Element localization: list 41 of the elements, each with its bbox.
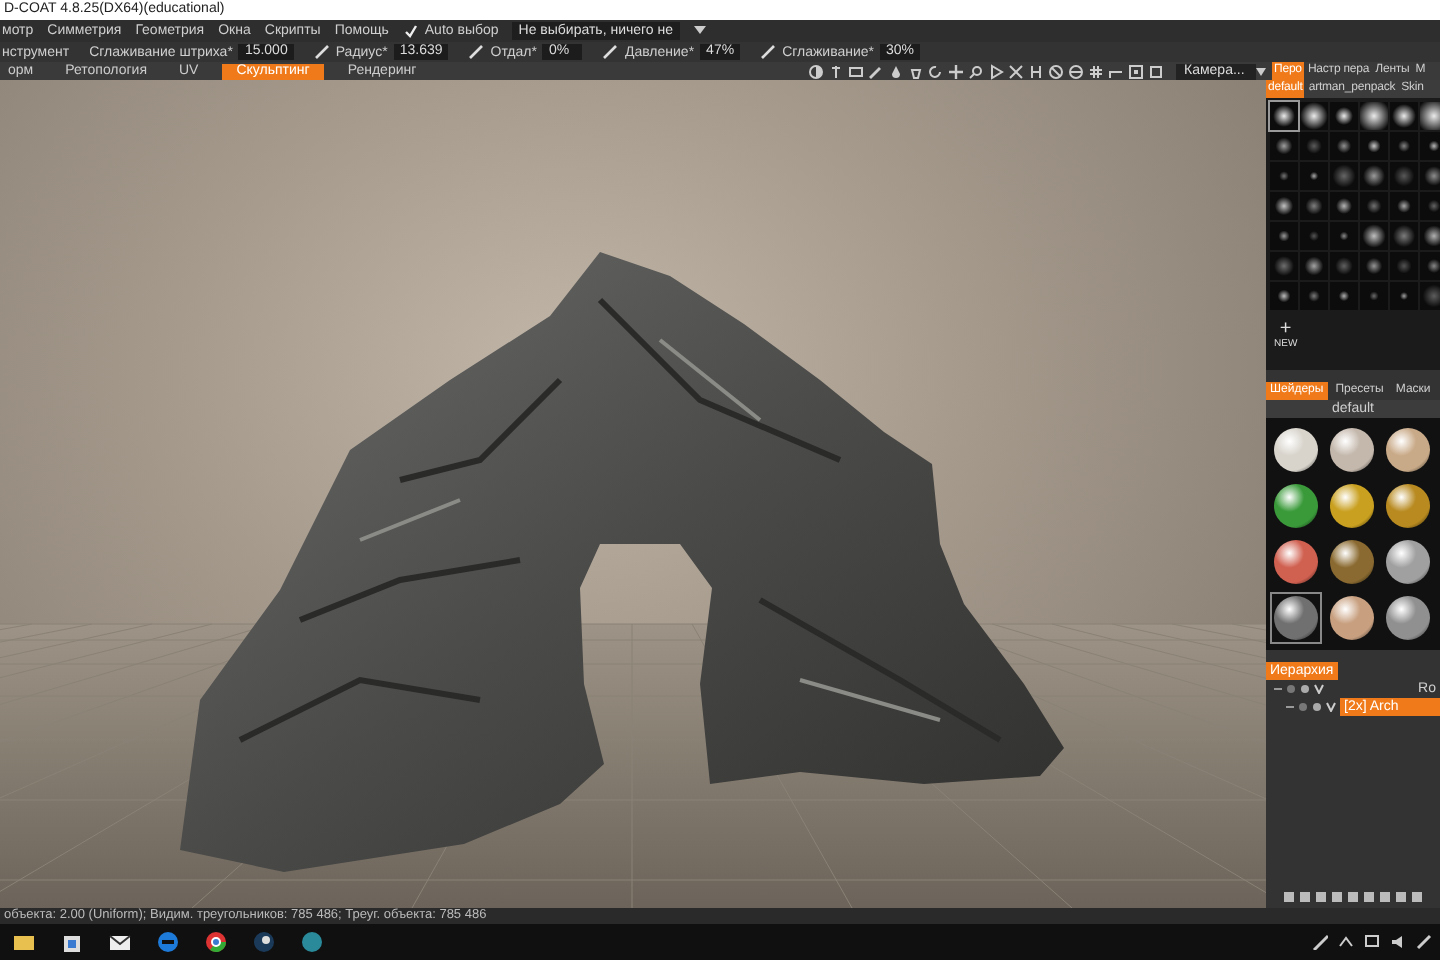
drop-icon[interactable] (888, 63, 904, 79)
search-icon[interactable] (968, 63, 984, 79)
square-icon[interactable] (1378, 890, 1392, 904)
round-browser-icon[interactable] (204, 930, 228, 954)
monitor-icon[interactable] (1364, 934, 1380, 950)
app-icon[interactable] (252, 930, 276, 954)
circle-app-icon[interactable] (300, 930, 324, 954)
no-sign-icon[interactable] (1048, 63, 1064, 79)
pen-icon[interactable] (1416, 934, 1432, 950)
caret-up-icon[interactable] (1338, 934, 1354, 950)
frame-icon[interactable] (1128, 63, 1144, 79)
brush-tip-icon[interactable] (1270, 192, 1298, 220)
pen-icon[interactable] (468, 44, 485, 60)
folder-icon[interactable] (12, 930, 36, 954)
speaker-icon[interactable] (1390, 934, 1406, 950)
pen-icon[interactable] (313, 44, 330, 60)
move-icon[interactable] (948, 63, 964, 79)
grid-icon[interactable] (1088, 63, 1104, 79)
cross-icon[interactable] (1008, 63, 1024, 79)
pen-icon[interactable] (760, 44, 777, 60)
pen-icon[interactable] (602, 44, 619, 60)
caret-down-icon[interactable] (693, 26, 706, 36)
brush-tip-icon[interactable] (1330, 102, 1358, 130)
brush-tip-icon[interactable] (1270, 102, 1298, 130)
brush-tip-icon[interactable] (1420, 222, 1440, 250)
checkbox-icon[interactable] (404, 24, 419, 38)
brush-tip-icon[interactable] (1300, 102, 1328, 130)
brush-tip-icon[interactable] (1360, 222, 1388, 250)
browser-e-icon[interactable] (156, 930, 180, 954)
contrast-icon[interactable] (808, 63, 824, 79)
bucket-icon[interactable] (908, 63, 924, 79)
square-icon[interactable] (1148, 63, 1164, 79)
pencil-icon[interactable] (868, 63, 884, 79)
brush-tip-icon[interactable] (1360, 102, 1388, 130)
brush-tip-icon[interactable] (1420, 102, 1440, 130)
play-icon[interactable] (988, 63, 1004, 79)
rotate-icon[interactable] (928, 63, 944, 79)
bracket-icon[interactable] (1028, 63, 1044, 79)
brush-tip-icon[interactable] (1390, 102, 1418, 130)
mail-icon[interactable] (108, 930, 132, 954)
caret-down-icon[interactable] (1256, 67, 1266, 75)
